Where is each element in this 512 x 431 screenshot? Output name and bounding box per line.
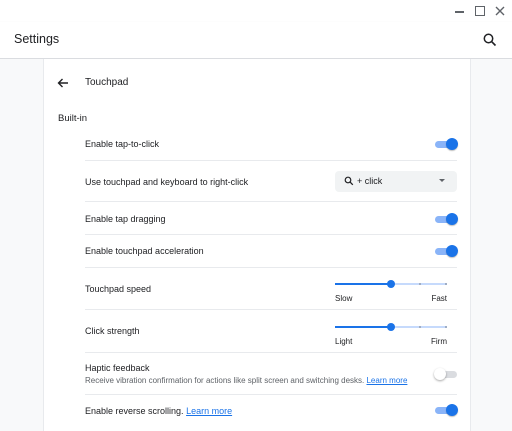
click-strength-label: Click strength [85,326,140,336]
acceleration-toggle[interactable] [434,245,458,257]
slider-tick [335,326,337,328]
strength-max-label: Firm [431,337,447,346]
close-button[interactable] [493,4,507,18]
touchpad-speed-label: Touchpad speed [85,284,152,294]
close-icon [495,6,505,16]
slider-tick [445,326,447,328]
app-header: Settings [0,22,512,59]
haptic-description: Receive vibration confirmation for actio… [85,376,408,385]
reverse-scroll-toggle[interactable] [434,404,458,416]
back-arrow-icon [57,78,68,88]
touchpad-speed-slider[interactable] [335,278,447,290]
divider [85,352,457,353]
slider-tick [363,283,365,285]
haptic-label: Haptic feedback [85,363,150,373]
tap-dragging-label: Enable tap dragging [85,214,166,224]
slider-thumb[interactable] [387,280,395,288]
dropdown-value: + click [357,176,383,186]
haptic-toggle[interactable] [434,368,458,380]
divider [85,394,457,395]
page-title: Touchpad [85,77,129,88]
maximize-button[interactable] [473,4,487,18]
click-strength-slider[interactable] [335,321,447,333]
reverse-scroll-learn-more-link[interactable]: Learn more [186,406,232,416]
divider [85,201,457,202]
section-title: Built-in [58,113,88,124]
strength-min-label: Light [335,337,353,346]
reverse-scroll-label: Enable reverse scrolling. Learn more [85,406,233,416]
tap-to-click-toggle[interactable] [434,138,458,150]
slider-tick [419,283,421,285]
slider-thumb[interactable] [387,323,395,331]
minimize-button[interactable] [452,4,466,18]
tap-to-click-label: Enable tap-to-click [85,139,160,149]
divider [85,267,457,268]
speed-min-label: Slow [335,294,353,303]
search-icon [344,176,354,186]
tap-dragging-toggle[interactable] [434,213,458,225]
slider-tick [335,283,337,285]
chevron-down-icon [439,179,445,182]
acceleration-label: Enable touchpad acceleration [85,246,204,256]
window-titlebar [0,0,512,22]
slider-tick [445,283,447,285]
haptic-learn-more-link[interactable]: Learn more [366,376,407,385]
app-title: Settings [14,32,60,46]
divider [85,309,457,310]
right-click-label: Use touchpad and keyboard to right-click [85,177,249,187]
slider-tick [419,326,421,328]
search-button[interactable] [482,32,498,48]
slider-tick [363,326,365,328]
back-button[interactable] [56,76,70,90]
search-icon [483,33,497,47]
right-click-dropdown[interactable]: + click [335,171,457,192]
divider [85,234,457,235]
speed-max-label: Fast [431,294,447,303]
divider [85,160,457,161]
